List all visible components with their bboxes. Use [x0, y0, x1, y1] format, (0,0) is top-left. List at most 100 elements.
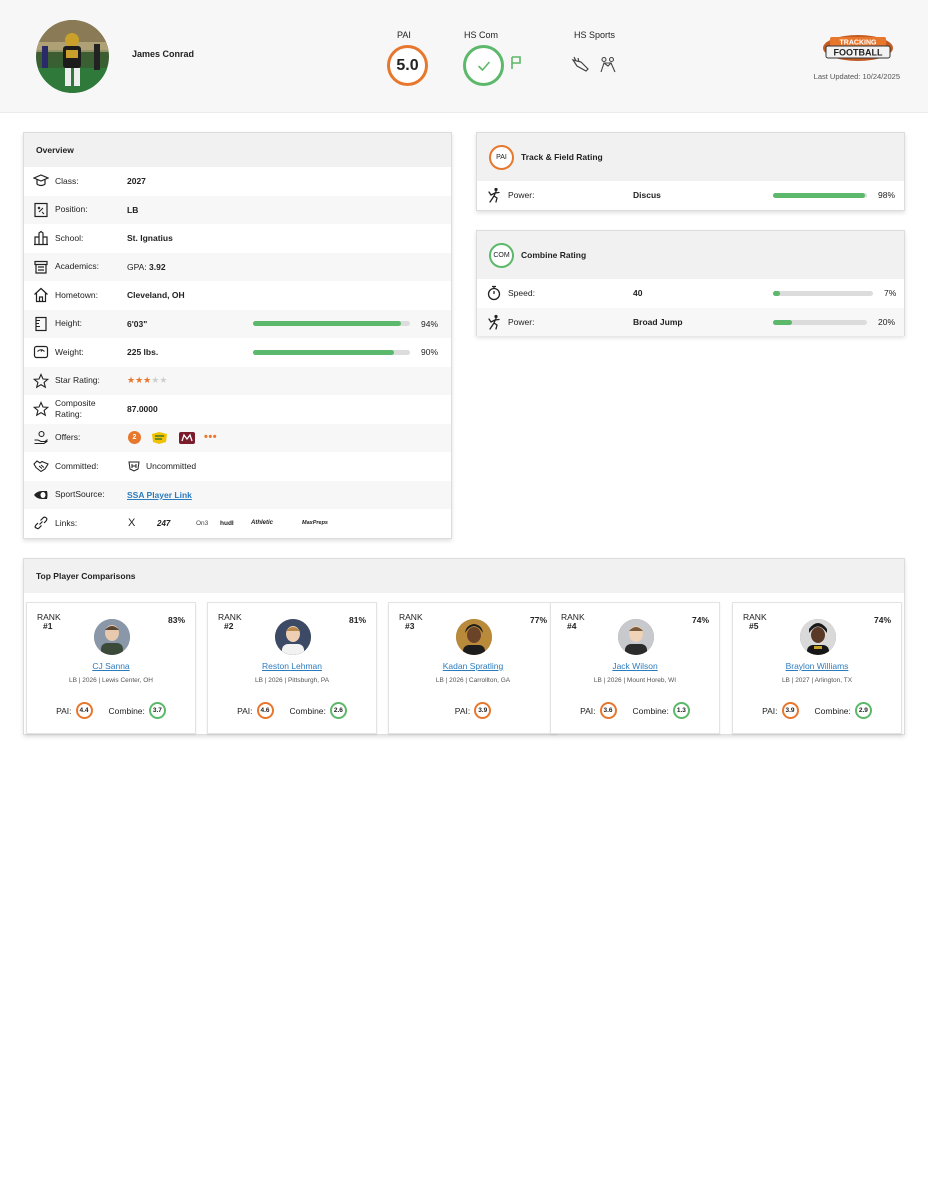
offers-label: Offers: — [55, 432, 81, 443]
school-label: School: — [55, 232, 84, 243]
match-percent: 74% — [873, 615, 891, 625]
player-avatar — [94, 619, 130, 655]
pai-label: PAI: — [56, 705, 72, 716]
weight-percent: 90% — [421, 347, 439, 358]
weight-bar-fill — [253, 349, 395, 355]
wrestling-icon[interactable] — [599, 56, 617, 74]
offers-count-badge[interactable]: 2 — [128, 431, 141, 445]
track-power-label: Power: — [508, 190, 535, 200]
more-offers-icon[interactable]: ••• — [204, 431, 217, 443]
gpa-prefix: GPA: — [127, 261, 150, 272]
track-field-rating-card: PAI Track & Field Rating Power: Discus 9… — [476, 132, 905, 211]
track-power-bar — [773, 193, 867, 198]
combine-score-ring: 2.6 — [329, 702, 347, 719]
star-rating-label: Star Rating: — [55, 375, 100, 386]
player-avatar — [456, 619, 492, 655]
class-label: Class: — [55, 175, 79, 186]
player-name-link[interactable]: Jack Wilson — [551, 661, 719, 671]
home-icon — [32, 286, 50, 304]
combine-label: Combine: — [632, 705, 669, 716]
ssa-player-link[interactable]: SSA Player Link — [127, 490, 192, 500]
comparisons-title: Top Player Comparisons — [24, 559, 904, 593]
player-meta: LB | 2027 | Arlington, TX — [781, 677, 853, 684]
pai-score-ring: 3.9 — [781, 702, 799, 719]
graduation-cap-icon — [32, 172, 50, 190]
check-icon — [477, 61, 490, 71]
overview-row-class: Class: 2027 — [24, 167, 451, 196]
offer-school-logo-1[interactable] — [151, 431, 168, 445]
school-value: St. Ignatius — [127, 233, 173, 244]
match-percent: 81% — [348, 615, 366, 625]
player-scores: PAI: 3.9 — [389, 702, 557, 719]
combine-speed-label: Speed: — [508, 288, 535, 298]
on3-link[interactable]: On3 — [196, 520, 208, 527]
player-scores: PAI: 3.9 Combine: 2.9 — [733, 702, 901, 719]
star-rating-stars: ★★★★★ — [127, 375, 167, 386]
composite-label: Composite Rating: — [55, 398, 96, 420]
comparison-card-1[interactable]: RANK #1 83% CJ Sanna LB | 2026 | Lewis C… — [26, 602, 196, 734]
player-avatar — [618, 619, 654, 655]
track-field-rating-header: PAI Track & Field Rating — [477, 133, 904, 181]
tracking-football-logo[interactable]: TRACKING FOOTBALL — [822, 34, 894, 62]
athletic-link[interactable]: Athletic — [251, 520, 273, 526]
ruler-icon — [32, 315, 50, 333]
rank-number: #5 — [749, 621, 759, 631]
pai-score-ring: 3.9 — [474, 702, 492, 719]
playbook-icon — [32, 201, 50, 219]
247-link[interactable]: 247 — [157, 519, 170, 528]
offer-school-logo-2[interactable] — [178, 431, 196, 445]
profile-header: James Conrad PAI 5.0 HS Com HS Sports TR… — [0, 0, 928, 113]
academics-label: Academics: — [55, 261, 99, 272]
committed-value: Uncommitted — [146, 461, 197, 472]
player-meta: LB | 2026 | Pittsburgh, PA — [254, 677, 330, 684]
combine-speed-percent: 7% — [884, 288, 897, 298]
maxpreps-link[interactable]: MaxPreps — [302, 520, 328, 526]
height-value: 6'03" — [127, 318, 148, 329]
combine-speed-event: 40 — [633, 288, 643, 298]
track-row-power: Power: Discus 98% — [477, 181, 904, 210]
player-name-link[interactable]: Braylon Williams — [733, 661, 901, 671]
last-updated: Last Updated: 10/24/2025 — [813, 72, 900, 81]
pai-label: PAI: — [580, 705, 596, 716]
comparison-card-5[interactable]: RANK #5 74% Braylon Williams LB | 2027 |… — [732, 602, 902, 734]
combine-power-bar-fill — [773, 319, 792, 325]
overview-row-academics: Academics: GPA: 3.92 — [24, 252, 451, 281]
track-power-percent: 98% — [878, 190, 896, 200]
logo-text-top: TRACKING — [840, 40, 877, 47]
combine-power-event: Broad Jump — [633, 316, 683, 327]
combine-power-label: Power: — [508, 316, 535, 327]
comparison-card-4[interactable]: RANK #4 74% Jack Wilson LB | 2026 | Moun… — [550, 602, 720, 734]
hscom-ring — [463, 45, 504, 86]
weight-value: 225 lbs. — [127, 347, 159, 358]
player-avatar — [36, 20, 109, 93]
height-label: Height: — [55, 318, 82, 329]
hudl-link[interactable]: hudl — [220, 520, 234, 527]
hometown-value: Cleveland, OH — [127, 290, 185, 301]
star-empty-icon: ★ — [159, 375, 168, 386]
overview-row-position: Position: LB — [24, 195, 451, 224]
track-shoe-icon[interactable] — [571, 56, 591, 74]
comparison-card-3[interactable]: RANK #3 77% Kadan Spratling LB | 2026 | … — [388, 602, 558, 734]
scale-icon — [32, 343, 50, 361]
player-scores: PAI: 4.4 Combine: 3.7 — [27, 702, 195, 719]
pai-label: PAI: — [454, 705, 471, 716]
player-meta: LB | 2026 | Lewis Center, OH — [69, 677, 153, 684]
player-name-link[interactable]: Reston Lehman — [208, 661, 376, 671]
hs-sports-label: HS Sports — [574, 30, 616, 40]
sportsource-label: SportSource: — [55, 489, 105, 500]
academics-value: GPA: 3.92 — [127, 262, 166, 272]
overview-title: Overview — [24, 133, 451, 167]
combine-rating-card: COM Combine Rating Speed: 40 7% Power: B… — [476, 230, 905, 336]
combine-power-bar — [773, 319, 867, 325]
com-badge: COM — [489, 242, 514, 268]
comparison-card-2[interactable]: RANK #2 81% Reston Lehman LB | 2026 | Pi… — [207, 602, 377, 734]
overview-row-star-rating: Star Rating: ★★★★★ — [24, 366, 451, 395]
combine-speed-bar — [773, 291, 873, 296]
player-name-link[interactable]: CJ Sanna — [27, 661, 195, 671]
composite-label-line1: Composite — [55, 398, 96, 409]
height-bar — [253, 321, 410, 327]
player-name-link[interactable]: Kadan Spratling — [389, 661, 557, 671]
player-meta: LB | 2026 | Carrollton, GA — [435, 677, 511, 684]
x-link[interactable]: X — [128, 517, 135, 529]
combine-power-percent: 20% — [878, 316, 896, 327]
